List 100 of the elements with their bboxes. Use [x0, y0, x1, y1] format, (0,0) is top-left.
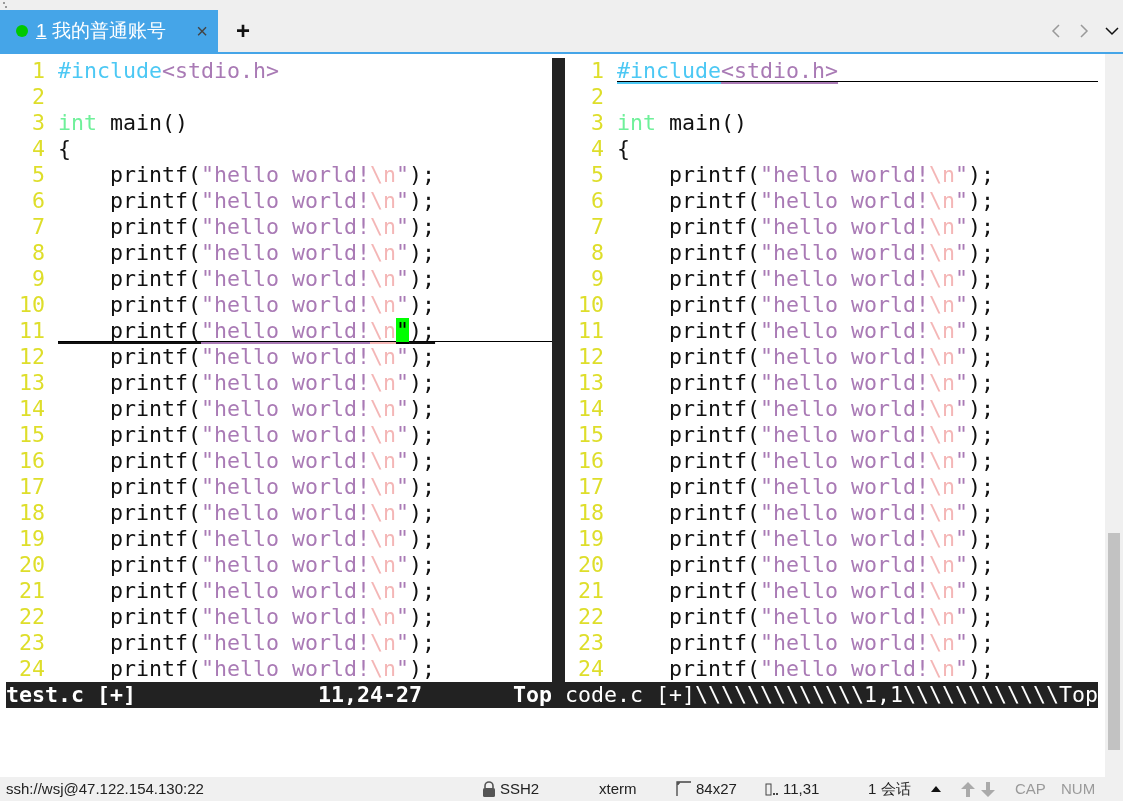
code-text: \n: [929, 604, 956, 629]
line-number: 13: [577, 370, 604, 396]
grip-icon[interactable]: [3, 2, 7, 8]
line-number: 6: [31, 188, 45, 214]
code-text: "hello world!: [760, 422, 930, 447]
code-text: printf(: [668, 266, 761, 291]
code-text: \n: [929, 214, 956, 239]
code-text: );: [968, 422, 995, 447]
code-text: \n: [929, 292, 956, 317]
line-number: 2: [31, 84, 45, 110]
code-text: );: [409, 422, 436, 447]
code-text: \n: [370, 370, 397, 395]
code-text: \n: [929, 630, 956, 655]
line-number: 11: [18, 318, 45, 344]
code-text: );: [968, 240, 995, 265]
code-text: "hello world!: [201, 552, 371, 577]
code-text: );: [409, 526, 436, 551]
chevron-down-icon[interactable]: [1105, 24, 1119, 38]
session-tab[interactable]: 1 我的普通账号 ×: [0, 10, 218, 52]
code-text: );: [968, 578, 995, 603]
code-text: printf(: [668, 474, 761, 499]
line-number: 5: [31, 162, 45, 188]
code-text: );: [968, 396, 995, 421]
code-text: ": [955, 240, 969, 265]
key-indicator: NUM: [1061, 778, 1096, 799]
code-text: ": [396, 578, 410, 603]
scroll-right-icon[interactable]: [1077, 23, 1091, 39]
line-number: 20: [18, 552, 45, 578]
file-name: code.c [+]: [565, 682, 696, 707]
arrow-up-icon[interactable]: [960, 780, 976, 798]
code-text: ": [955, 604, 969, 629]
line-number: 7: [31, 214, 45, 240]
code-text: printf(: [668, 552, 761, 577]
code-text: {: [58, 136, 71, 161]
code-text: \n: [929, 526, 956, 551]
line-number: 8: [31, 240, 45, 266]
file-name: test.c [+]: [6, 682, 136, 707]
code-text: \n: [929, 396, 956, 421]
code-text: printf(: [668, 500, 761, 525]
close-button[interactable]: ×: [196, 16, 208, 46]
line-number: 17: [577, 474, 604, 500]
code-text: printf(: [109, 448, 201, 473]
line-number: 14: [18, 396, 45, 422]
code-text: printf(: [109, 526, 201, 551]
session-count[interactable]: 1 会话: [868, 777, 911, 801]
code-text: <stdio.h>: [162, 58, 280, 83]
code-text: \n: [370, 552, 397, 577]
code-text: "hello world!: [760, 552, 930, 577]
code-text: \n: [929, 552, 956, 577]
code-text: ": [396, 240, 410, 265]
code-text: ": [955, 344, 969, 369]
code-text: printf(: [668, 240, 761, 265]
code-text: ": [955, 630, 969, 655]
line-number: 3: [31, 110, 45, 136]
code-text: printf(: [109, 552, 201, 577]
code-text: ": [396, 474, 410, 499]
code-text: printf(: [668, 630, 761, 655]
line-number: 15: [18, 422, 45, 448]
code-text: "hello world!: [760, 604, 930, 629]
line-number: 22: [18, 604, 45, 630]
code-text: ": [396, 214, 410, 239]
line-number: 12: [18, 344, 45, 370]
tab-label: 1 我的普通账号: [36, 18, 166, 43]
code-text: \n: [370, 292, 397, 317]
fill-text: \\\\\\\\\\\\\: [695, 682, 865, 707]
scrollbar[interactable]: [1105, 54, 1123, 777]
code-text: );: [409, 474, 436, 499]
code-text: "hello world!: [201, 474, 371, 499]
scrollbar-thumb[interactable]: [1108, 533, 1120, 750]
code-text: "hello world!: [201, 292, 371, 317]
code-text: \n: [370, 344, 397, 369]
code-text: );: [409, 344, 436, 369]
scroll-position: Top: [513, 682, 552, 708]
code-text: \n: [370, 266, 397, 291]
code-text: );: [968, 552, 995, 577]
code-text: ": [955, 396, 969, 421]
line-number: 23: [18, 630, 45, 656]
code-text: ": [396, 292, 410, 317]
code-text: );: [968, 500, 995, 525]
code-text: ": [955, 422, 969, 447]
line-number: 5: [590, 162, 604, 188]
code-text: "hello world!: [201, 240, 371, 265]
code-text: );: [409, 448, 436, 473]
arrow-down-icon[interactable]: [980, 780, 996, 798]
code-text: "hello world!: [201, 188, 371, 213]
code-text: \n: [929, 318, 956, 343]
code-text: ": [396, 500, 410, 525]
code-text: \n: [929, 448, 956, 473]
code-text: \n: [929, 474, 956, 499]
code-text: printf(: [109, 266, 201, 291]
scroll-left-icon[interactable]: [1049, 23, 1063, 39]
code-text: );: [968, 656, 995, 681]
code-text: printf(: [668, 422, 761, 447]
code-text: printf(: [668, 370, 761, 395]
new-tab-button[interactable]: +: [226, 19, 260, 43]
code-text: printf(: [109, 656, 201, 681]
line-number: 10: [577, 292, 604, 318]
code-text: "hello world!: [760, 500, 930, 525]
code-text: printf(: [668, 396, 761, 421]
code-text: ": [396, 162, 410, 187]
